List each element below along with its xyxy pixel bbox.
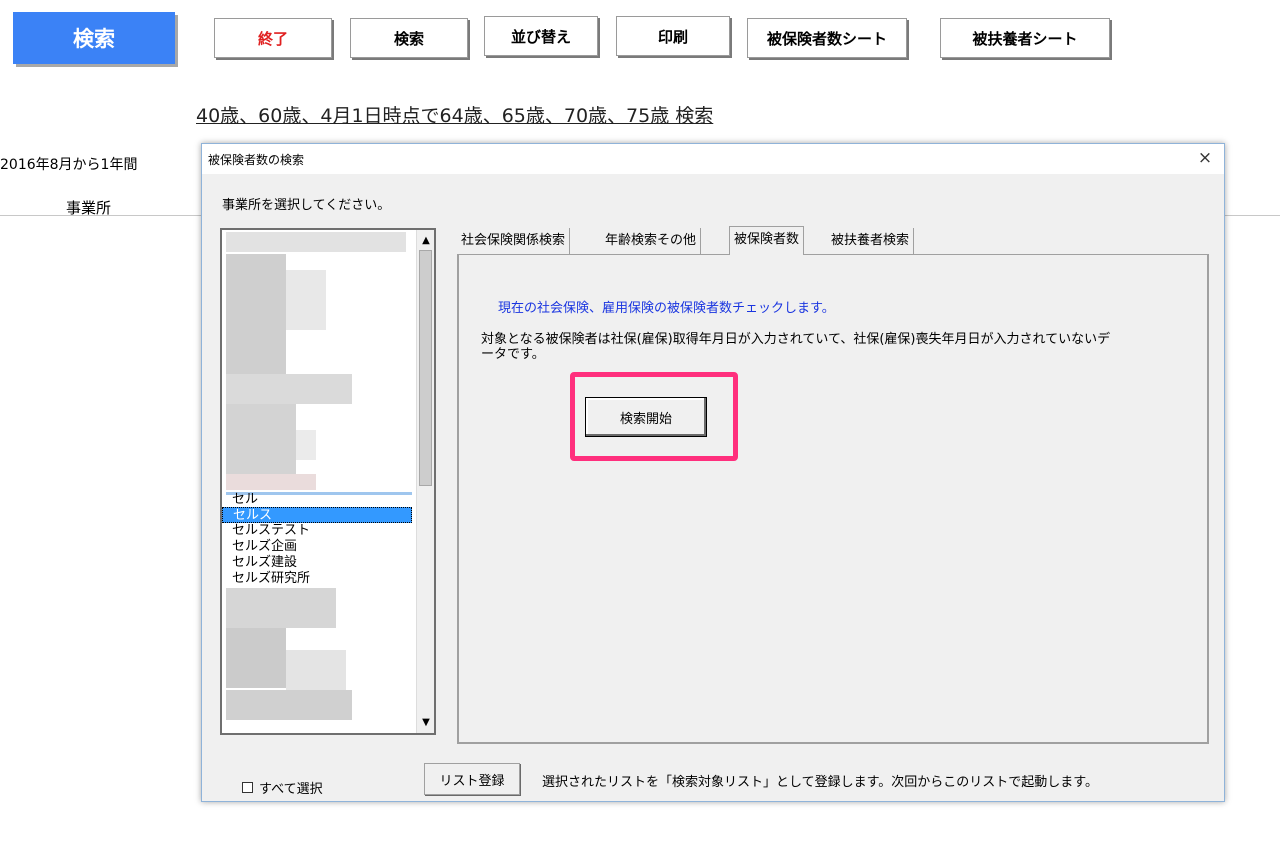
- dialog-titlebar: 被保険者数の検索 ×: [202, 144, 1224, 174]
- blurred-list-entry: [296, 430, 316, 460]
- tab-age-search-other[interactable]: 年齢検索その他: [601, 228, 702, 254]
- blurred-list-entry: [226, 404, 296, 474]
- list-scrollbar[interactable]: ▲ ▼: [416, 230, 434, 733]
- start-search-button[interactable]: 検索開始: [585, 397, 707, 437]
- list-item[interactable]: セル: [232, 492, 258, 508]
- dialog-title: 被保険者数の検索: [208, 153, 305, 167]
- tab-dependents-search[interactable]: 被扶養者検索: [827, 228, 915, 254]
- list-item[interactable]: セルステスト: [232, 523, 310, 539]
- blurred-list-entry: [226, 690, 352, 720]
- list-item[interactable]: セルズ研究所: [232, 571, 310, 587]
- select-all-checkbox[interactable]: すべて選択: [242, 778, 323, 797]
- insured-count-search-dialog: 被保険者数の検索 × 事業所を選択してください。 セル セルス セルステスト セ…: [201, 143, 1225, 802]
- blurred-list-entry: [286, 650, 346, 690]
- blurred-list-entry: [226, 254, 286, 374]
- close-icon[interactable]: ×: [1192, 145, 1218, 171]
- scroll-up-icon[interactable]: ▲: [417, 231, 434, 249]
- list-item[interactable]: セルズ企画: [232, 539, 297, 555]
- search-button[interactable]: 検索: [350, 18, 468, 58]
- sheet-search-title-button[interactable]: 検索: [13, 12, 175, 64]
- checkbox-box[interactable]: [242, 782, 253, 793]
- print-button[interactable]: 印刷: [616, 16, 730, 56]
- tab-social-insurance-search[interactable]: 社会保険関係検索: [457, 228, 571, 254]
- dialog-prompt: 事業所を選択してください。: [222, 198, 391, 213]
- scroll-down-icon[interactable]: ▼: [417, 713, 434, 731]
- sheet-period-note: 2016年8月から1年間: [0, 157, 138, 173]
- scroll-thumb[interactable]: [419, 250, 432, 486]
- dependents-sheet-button[interactable]: 被扶養者シート: [940, 18, 1110, 58]
- register-note: 選択されたリストを「検索対象リスト」として登録します。次回からこのリストで起動し…: [542, 775, 1099, 790]
- panel-info-text: 現在の社会保険、雇用保険の被保険者数チェックします。: [498, 301, 835, 316]
- register-list-button[interactable]: リスト登録: [424, 763, 520, 795]
- blurred-list-entry: [286, 270, 326, 330]
- blurred-list-entry: [226, 628, 286, 688]
- sort-button[interactable]: 並び替え: [484, 16, 598, 56]
- office-listbox[interactable]: セル セルス セルステスト セルズ企画 セルズ建設 セルズ研究所 ▲ ▼: [220, 228, 436, 735]
- list-item[interactable]: セルズ建設: [232, 555, 297, 571]
- blurred-list-entry: [226, 232, 406, 252]
- insured-count-sheet-button[interactable]: 被保険者数シート: [747, 18, 907, 58]
- select-all-label: すべて選択: [259, 782, 323, 797]
- blurred-list-entry: [226, 474, 316, 490]
- list-item-selected[interactable]: セルス: [222, 507, 412, 523]
- blurred-list-entry: [226, 374, 352, 404]
- age-search-link[interactable]: 40歳、60歳、4月1日時点で64歳、65歳、70歳、75歳 検索: [196, 101, 713, 128]
- tab-insured-count[interactable]: 被保険者数: [729, 226, 805, 255]
- exit-button[interactable]: 終了: [214, 18, 332, 58]
- panel-description: 対象となる被保険者は社保(雇保)取得年月日が入力されていて、社保(雇保)喪失年月…: [481, 332, 1111, 362]
- blurred-list-entry: [226, 588, 336, 628]
- insured-count-panel: 現在の社会保険、雇用保険の被保険者数チェックします。 対象となる被保険者は社保(…: [457, 254, 1209, 744]
